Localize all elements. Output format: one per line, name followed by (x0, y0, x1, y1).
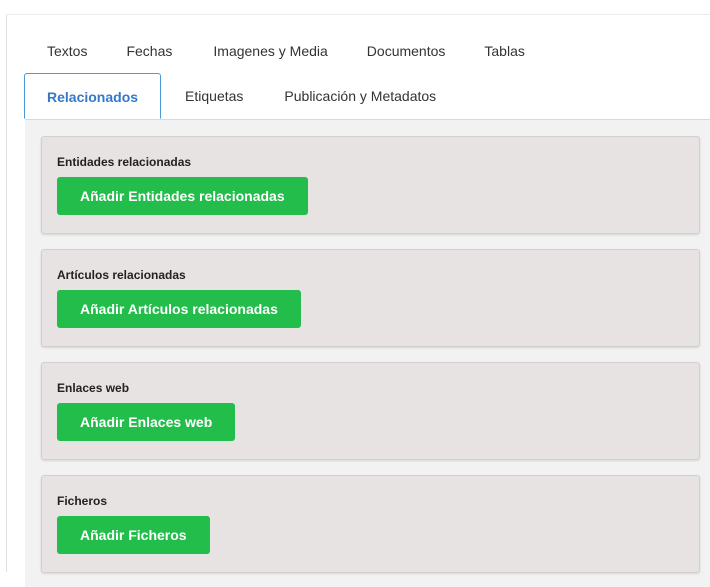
editor-frame: Textos Fechas Imagenes y Media Documento… (6, 14, 710, 587)
add-ficheros-button[interactable]: Añadir Ficheros (57, 516, 210, 554)
section-title: Entidades relacionadas (57, 155, 192, 169)
section-entidades-relacionadas: Entidades relacionadas Añadir Entidades … (41, 136, 700, 234)
tab-relacionados[interactable]: Relacionados (24, 73, 162, 119)
add-articulos-relacionadas-button[interactable]: Añadir Artículos relacionadas (57, 290, 301, 328)
section-articulos-relacionadas: Artículos relacionadas Añadir Artículos … (41, 249, 700, 347)
tab-publicacion-y-metadatos[interactable]: Publicación y Metadatos (267, 73, 453, 119)
tab-tablas[interactable]: Tablas (467, 31, 541, 71)
tab-panel-relacionados: Entidades relacionadas Añadir Entidades … (25, 119, 710, 587)
section-enlaces-web: Enlaces web Añadir Enlaces web (41, 362, 700, 460)
add-entidades-relacionadas-button[interactable]: Añadir Entidades relacionadas (57, 177, 308, 215)
section-ficheros: Ficheros Añadir Ficheros (41, 475, 700, 573)
tab-imagenes-y-media[interactable]: Imagenes y Media (196, 31, 349, 71)
tab-row-secondary: Relacionados Etiquetas Publicación y Met… (7, 73, 453, 119)
add-enlaces-web-button[interactable]: Añadir Enlaces web (57, 403, 236, 441)
tab-row-primary: Textos Fechas Imagenes y Media Documento… (7, 31, 542, 71)
section-title: Enlaces web (57, 381, 130, 395)
section-title: Ficheros (57, 494, 108, 508)
tab-documentos[interactable]: Documentos (350, 31, 468, 71)
tab-etiquetas[interactable]: Etiquetas (161, 73, 267, 119)
tab-fechas[interactable]: Fechas (109, 31, 196, 71)
tab-textos[interactable]: Textos (7, 31, 109, 71)
section-title: Artículos relacionadas (57, 268, 186, 282)
